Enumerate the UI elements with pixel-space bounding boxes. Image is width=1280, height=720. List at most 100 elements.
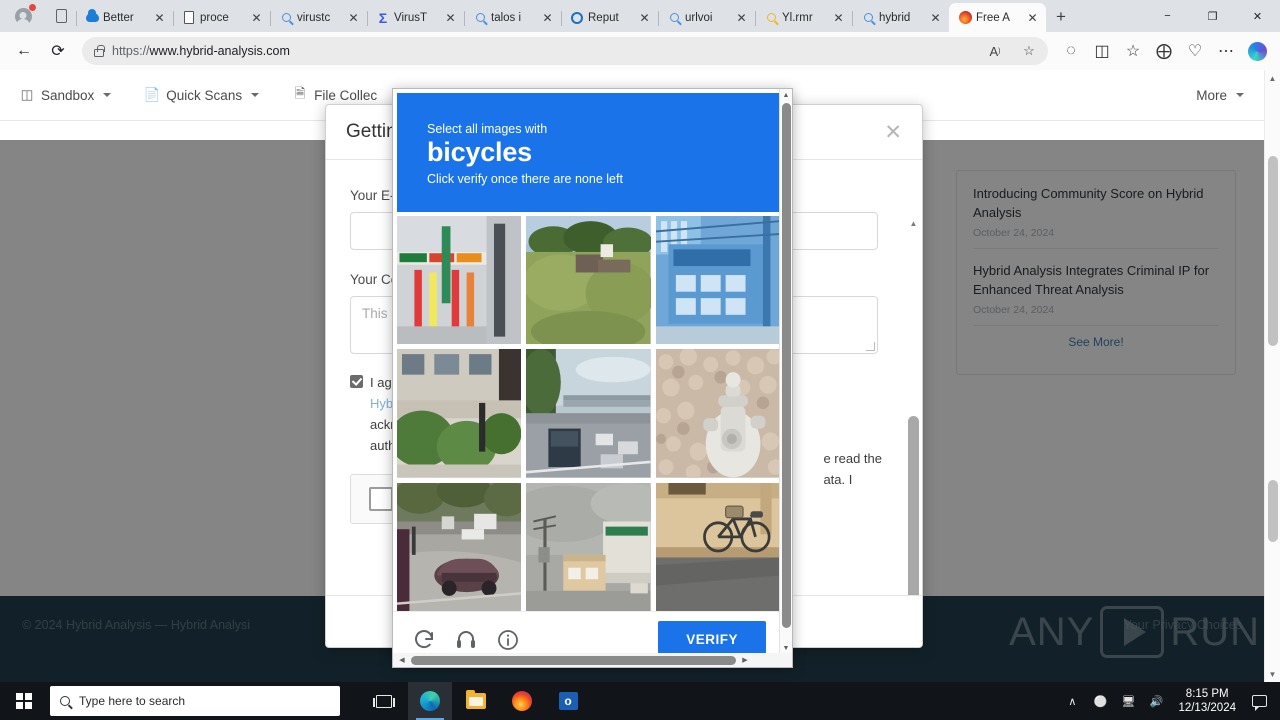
browser-tab[interactable]: talos i ✕ bbox=[464, 3, 561, 32]
back-button[interactable]: ← bbox=[8, 36, 40, 66]
browser-tab[interactable]: Free A ✕ bbox=[949, 3, 1046, 32]
browser-essentials-icon[interactable]: ◌ bbox=[1056, 36, 1086, 66]
resize-grip-icon[interactable] bbox=[866, 342, 875, 351]
window-close-button[interactable]: ✕ bbox=[1235, 0, 1280, 32]
tab-close-icon[interactable]: ✕ bbox=[152, 10, 167, 25]
captcha-tile[interactable] bbox=[655, 216, 780, 345]
taskbar-outlook-button[interactable]: o bbox=[546, 682, 590, 720]
ring-icon bbox=[570, 11, 584, 25]
modal-scroll-up-arrow[interactable]: ▲ bbox=[906, 216, 921, 231]
captcha-widget: Select all images with bicycles Click ve… bbox=[392, 88, 793, 668]
collections-icon[interactable]: ⨁ bbox=[1149, 36, 1179, 66]
modal-close-icon[interactable]: ✕ bbox=[884, 122, 902, 143]
agreement-checkbox[interactable] bbox=[350, 375, 363, 388]
chevron-down-icon bbox=[251, 93, 260, 97]
scroll-down-arrow[interactable]: ▼ bbox=[1265, 666, 1280, 682]
agreement-fragment-1: e read the bbox=[823, 451, 882, 466]
browser-tab[interactable]: Σ VirusT ✕ bbox=[367, 3, 464, 32]
captcha-tile[interactable] bbox=[397, 482, 522, 611]
captcha-hscroll-thumb[interactable] bbox=[411, 655, 736, 665]
browser-tab-label: Better bbox=[103, 11, 134, 24]
browser-tab[interactable]: Yl.rmr ✕ bbox=[755, 3, 852, 32]
search-icon bbox=[473, 11, 487, 25]
copilot-icon[interactable] bbox=[1242, 36, 1272, 66]
site-nav-item-sandbox[interactable]: ◫ Sandbox bbox=[20, 87, 112, 103]
tab-close-icon[interactable]: ✕ bbox=[928, 10, 943, 25]
site-nav-label: Sandbox bbox=[41, 87, 95, 103]
captcha-scroll-right-arrow[interactable]: ▶ bbox=[738, 656, 752, 664]
captcha-tile[interactable] bbox=[526, 349, 651, 478]
captcha-tile[interactable] bbox=[526, 482, 651, 611]
captcha-scroll-up-arrow[interactable]: ▲ bbox=[780, 89, 792, 102]
tab-close-icon[interactable]: ✕ bbox=[637, 10, 652, 25]
taskbar-task-view-button[interactable] bbox=[362, 682, 406, 720]
taskbar-clock[interactable]: 8:15 PM 12/13/2024 bbox=[1170, 687, 1244, 716]
action-center-button[interactable] bbox=[1244, 682, 1274, 720]
start-button[interactable] bbox=[0, 682, 48, 720]
captcha-horizontal-scrollbar[interactable]: ◀ ▶ bbox=[393, 653, 792, 667]
document-icon bbox=[182, 11, 196, 25]
taskbar-file-explorer-button[interactable] bbox=[454, 682, 498, 720]
captcha-vertical-scrollbar[interactable]: ▲ ▼ bbox=[779, 89, 792, 655]
captcha-tile[interactable] bbox=[526, 216, 651, 345]
sigma-icon: Σ bbox=[378, 9, 388, 26]
modal-scrollbar[interactable]: ▲ ▼ bbox=[906, 216, 921, 595]
settings-more-icon[interactable]: ⋯ bbox=[1211, 36, 1241, 66]
browser-tab[interactable]: proce ✕ bbox=[173, 3, 270, 32]
modal-scroll-thumb[interactable] bbox=[908, 416, 919, 595]
system-tray: ∧ ⚪ 🖥 🔊 8:15 PM 12/13/2024 bbox=[1058, 682, 1280, 720]
profile-avatar[interactable] bbox=[0, 0, 46, 32]
read-aloud-icon[interactable]: A) bbox=[982, 38, 1008, 64]
scroll-up-arrow[interactable]: ▲ bbox=[1265, 70, 1280, 86]
tab-close-icon[interactable]: ✕ bbox=[734, 10, 749, 25]
captcha-tile[interactable] bbox=[655, 482, 780, 611]
url-text: https://www.hybrid-analysis.com bbox=[112, 44, 974, 58]
taskbar-edge-button[interactable] bbox=[408, 682, 452, 720]
tab-close-icon[interactable]: ✕ bbox=[249, 10, 264, 25]
recaptcha-checkbox[interactable] bbox=[369, 487, 393, 512]
browser-tab[interactable]: hybrid ✕ bbox=[852, 3, 949, 32]
site-nav-item-file-collections[interactable]: 🗎 File Collec bbox=[293, 86, 377, 103]
window-minimize-button[interactable]: − bbox=[1145, 0, 1190, 32]
agreement-fragment-2: ata. I bbox=[823, 472, 853, 488]
address-bar[interactable]: https://www.hybrid-analysis.com A) ☆ bbox=[82, 37, 1048, 65]
browser-tab-label: talos i bbox=[491, 11, 522, 24]
taskbar-firefox-button[interactable] bbox=[500, 682, 544, 720]
site-nav-item-more[interactable]: More bbox=[1196, 88, 1244, 103]
favorite-star-icon[interactable]: ☆ bbox=[1016, 38, 1042, 64]
lock-icon bbox=[94, 44, 105, 57]
tab-close-icon[interactable]: ✕ bbox=[443, 10, 458, 25]
new-tab-button[interactable]: + bbox=[1046, 2, 1076, 32]
captcha-tile[interactable] bbox=[397, 216, 522, 345]
captcha-tile[interactable] bbox=[397, 349, 522, 478]
url-host: www.hybrid-analysis.com bbox=[149, 44, 290, 58]
tab-search-button[interactable] bbox=[46, 0, 76, 32]
browser-tab[interactable]: virustc ✕ bbox=[270, 3, 367, 32]
window-maximize-button[interactable]: ❐ bbox=[1190, 0, 1235, 32]
tray-network-icon[interactable]: 🖥 bbox=[1114, 682, 1142, 720]
captcha-scroll-thumb[interactable] bbox=[782, 103, 791, 628]
tab-close-icon[interactable]: ✕ bbox=[831, 10, 846, 25]
browser-health-icon[interactable]: ♡ bbox=[1180, 36, 1210, 66]
tray-camera-icon[interactable]: ⚪ bbox=[1086, 682, 1114, 720]
reload-button[interactable]: ⟳ bbox=[42, 36, 74, 66]
page-scroll-thumb[interactable] bbox=[1268, 156, 1278, 346]
browser-tab[interactable]: Reput ✕ bbox=[561, 3, 658, 32]
captcha-tile[interactable] bbox=[655, 349, 780, 478]
captcha-scroll-left-arrow[interactable]: ◀ bbox=[395, 656, 409, 664]
modal-title: Gettin bbox=[346, 121, 397, 142]
browser-tab[interactable]: Better ✕ bbox=[76, 3, 173, 32]
tray-chevron-icon[interactable]: ∧ bbox=[1058, 682, 1086, 720]
tab-close-icon[interactable]: ✕ bbox=[540, 10, 555, 25]
browser-tab[interactable]: urlvoi ✕ bbox=[658, 3, 755, 32]
page-scrollbar[interactable]: ▲ ▼ bbox=[1264, 70, 1280, 682]
page-scroll-thumb-secondary[interactable] bbox=[1268, 480, 1278, 542]
split-screen-icon[interactable]: ◫ bbox=[1087, 36, 1117, 66]
firefox-icon bbox=[958, 11, 972, 25]
site-nav-item-quick-scans[interactable]: 📄 Quick Scans bbox=[144, 87, 260, 103]
tab-close-icon[interactable]: ✕ bbox=[346, 10, 361, 25]
favorites-icon[interactable]: ☆ bbox=[1118, 36, 1148, 66]
tray-volume-icon[interactable]: 🔊 bbox=[1142, 682, 1170, 720]
tab-close-icon[interactable]: ✕ bbox=[1025, 10, 1040, 25]
taskbar-search-box[interactable]: Type here to search bbox=[50, 686, 340, 716]
